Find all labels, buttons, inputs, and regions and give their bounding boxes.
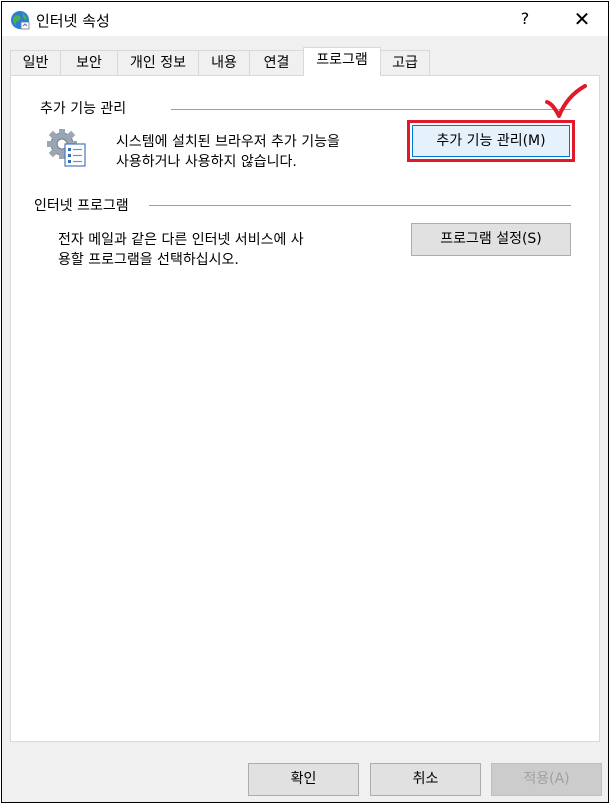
window-title: 인터넷 속성 — [36, 12, 110, 30]
red-checkmark-icon — [545, 84, 587, 118]
addons-group-divider — [171, 109, 571, 110]
addons-description-line1: 시스템에 설치된 브라우저 추가 기능을 — [116, 134, 340, 150]
programs-panel: 추가 기능 관리 시스템에 설치된 브라우저 추가 기능을 사용하거나 사용하지… — [10, 75, 600, 742]
addons-description-line2: 사용하거나 사용하지 않습니다. — [116, 154, 297, 170]
title-bar[interactable]: 인터넷 속성 ? ✕ — [2, 2, 608, 36]
tab-privacy[interactable]: 개인 정보 — [117, 50, 199, 75]
internet-programs-group-divider — [149, 205, 571, 206]
cancel-button[interactable]: 취소 — [370, 763, 481, 796]
internet-programs-description-line1: 전자 메일과 같은 다른 인터넷 서비스에 사 — [58, 232, 304, 248]
apply-button[interactable]: 적용(A) — [491, 763, 602, 796]
gear-list-icon — [47, 129, 86, 167]
internet-programs-description-line2: 용할 프로그램을 선택하십시오. — [58, 252, 239, 268]
ok-button[interactable]: 확인 — [248, 763, 359, 796]
set-programs-button[interactable]: 프로그램 설정(S) — [411, 223, 571, 256]
manage-addons-button[interactable]: 추가 기능 관리(M) — [412, 125, 570, 157]
tab-general[interactable]: 일반 — [10, 50, 61, 75]
addons-group-label: 추가 기능 관리 — [40, 101, 127, 117]
tab-advanced[interactable]: 고급 — [380, 50, 430, 75]
tab-programs[interactable]: 프로그램 — [303, 47, 381, 76]
tab-content[interactable]: 내용 — [198, 50, 250, 75]
tab-connections[interactable]: 연결 — [249, 50, 304, 75]
close-button[interactable]: ✕ — [562, 4, 602, 34]
internet-globe-icon — [11, 11, 30, 30]
tab-security[interactable]: 보안 — [60, 50, 118, 75]
help-button[interactable]: ? — [508, 4, 542, 34]
internet-programs-group-label: 인터넷 프로그램 — [34, 198, 129, 214]
dialog-window: 인터넷 속성 ? ✕ 일반 보안 개인 정보 내용 연결 프로그램 고급 추가 … — [1, 1, 609, 803]
